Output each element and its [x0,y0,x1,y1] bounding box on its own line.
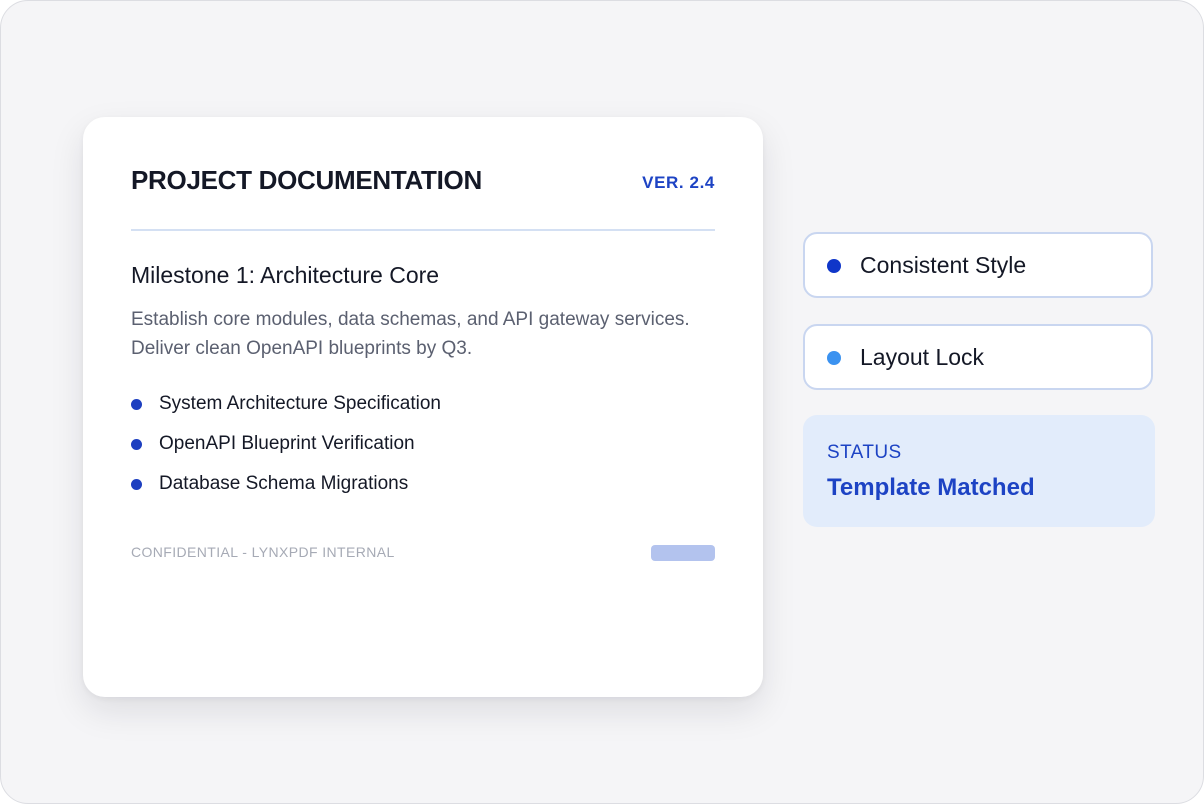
list-item-label: Database Schema Migrations [159,473,409,494]
feature-consistent-style: Consistent Style [803,232,1153,298]
dot-icon [827,259,841,273]
status-card: STATUS Template Matched [803,415,1155,527]
deliverables-list: System Architecture Specification OpenAP… [131,391,441,511]
milestone-title: Milestone 1: Architecture Core [131,262,440,288]
status-value: Template Matched [827,474,1035,501]
list-item-label: OpenAPI Blueprint Verification [159,433,415,454]
feature-layout-lock: Layout Lock [803,324,1153,390]
milestone-description: Establish core modules, data schemas, an… [131,309,690,359]
confidential-footer: CONFIDENTIAL - LYNXPDF INTERNAL [131,544,395,560]
footer-placeholder-bar [651,545,715,561]
feature-label: Consistent Style [860,252,1027,278]
document-preview-card: PROJECT DOCUMENTATION VER. 2.4 Milestone… [83,117,763,697]
list-item-label: System Architecture Specification [159,393,441,414]
status-label: STATUS [827,442,902,463]
dot-icon [827,351,841,365]
bullet-dot-icon [131,399,142,410]
list-item: Database Schema Migrations [131,471,441,511]
feature-label: Layout Lock [860,344,985,370]
app-frame: PROJECT DOCUMENTATION VER. 2.4 Milestone… [0,0,1204,804]
version-label: VER. 2.4 [642,173,715,192]
bullet-dot-icon [131,479,142,490]
list-item: System Architecture Specification [131,391,441,431]
divider [131,229,715,231]
bullet-dot-icon [131,439,142,450]
document-title: PROJECT DOCUMENTATION [131,165,482,195]
list-item: OpenAPI Blueprint Verification [131,431,441,471]
